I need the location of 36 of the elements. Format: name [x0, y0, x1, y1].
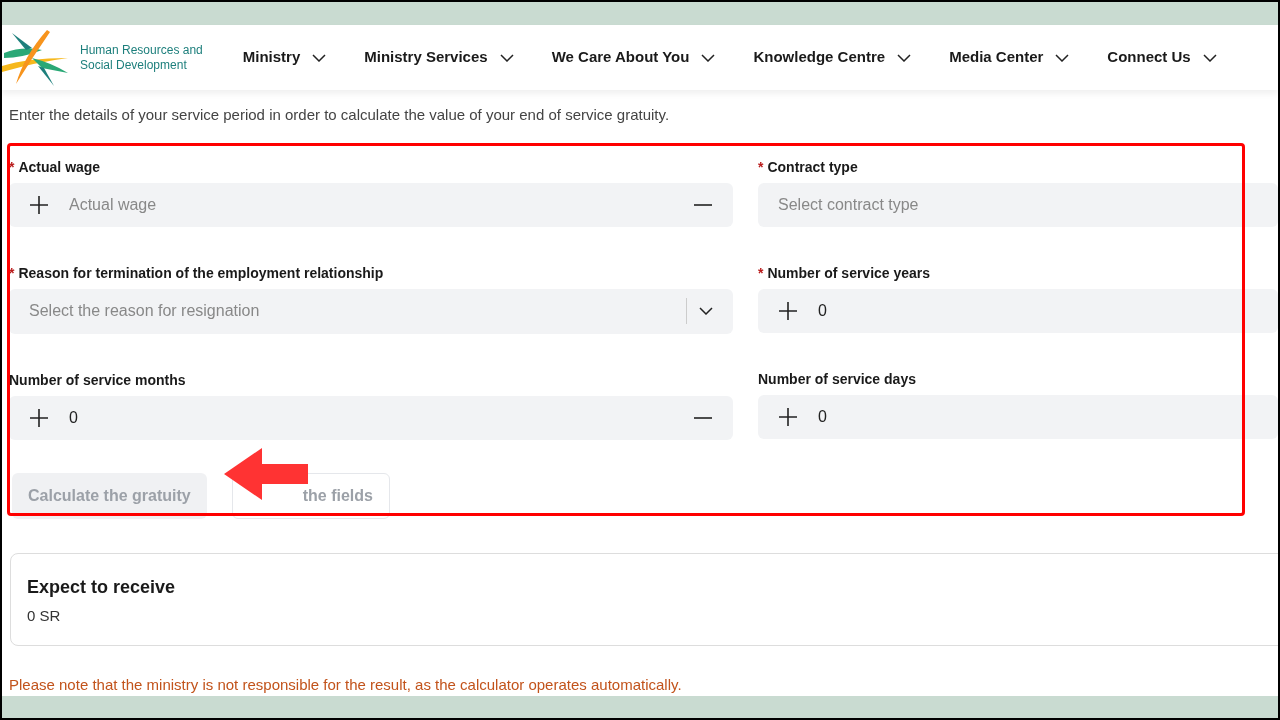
- minus-icon[interactable]: [693, 202, 713, 207]
- chevron-down-icon: [1055, 53, 1070, 62]
- plus-icon[interactable]: [29, 407, 49, 428]
- intro-text: Enter the details of your service period in order to calculate the value of your end of service gratuity.: [9, 105, 671, 125]
- minus-icon[interactable]: [693, 415, 713, 420]
- nav-item[interactable]: Connect Us: [1107, 46, 1217, 69]
- number-field[interactable]: 0: [9, 395, 733, 440]
- nav-item[interactable]: Ministry: [242, 46, 327, 69]
- plus-icon[interactable]: [29, 194, 49, 215]
- chevron-down-icon: [897, 53, 912, 62]
- chevron-down-icon: [1202, 53, 1217, 62]
- field-label: Reason for termination of the employment relationship: [18, 263, 384, 283]
- disclaimer-text: Please note that the ministry is not responsible for the result, as the calculator operates automatically.: [9, 674, 683, 695]
- field-label: Actual wage: [18, 157, 101, 177]
- chevron-down-icon: [701, 53, 716, 62]
- chevron-down-icon: [699, 307, 713, 315]
- result-value: 0 SR: [27, 605, 62, 626]
- nav-item[interactable]: We Care About You: [551, 46, 716, 69]
- nav-item[interactable]: Ministry Services: [364, 46, 514, 69]
- required-mark: *: [758, 157, 764, 177]
- logo-text: Social Development: [80, 57, 188, 73]
- field-label: Number of service years: [767, 263, 931, 283]
- field-label: Number of service days: [758, 369, 916, 389]
- chevron-down-icon: [499, 53, 514, 62]
- plus-icon[interactable]: [778, 300, 798, 321]
- field-label: Number of service months: [9, 370, 186, 390]
- result-title: Expect to receive: [27, 575, 177, 599]
- chevron-down-icon: [312, 53, 327, 62]
- nav-item[interactable]: Media Center: [949, 46, 1070, 69]
- required-mark: *: [758, 263, 764, 283]
- nav-item[interactable]: Knowledge Centre: [753, 46, 912, 69]
- logo-text: Human Resources and: [80, 42, 203, 58]
- number-field[interactable]: 0: [758, 288, 1278, 333]
- plus-icon[interactable]: [778, 406, 798, 427]
- number-field[interactable]: 0: [758, 394, 1278, 439]
- field-label: Contract type: [767, 157, 858, 177]
